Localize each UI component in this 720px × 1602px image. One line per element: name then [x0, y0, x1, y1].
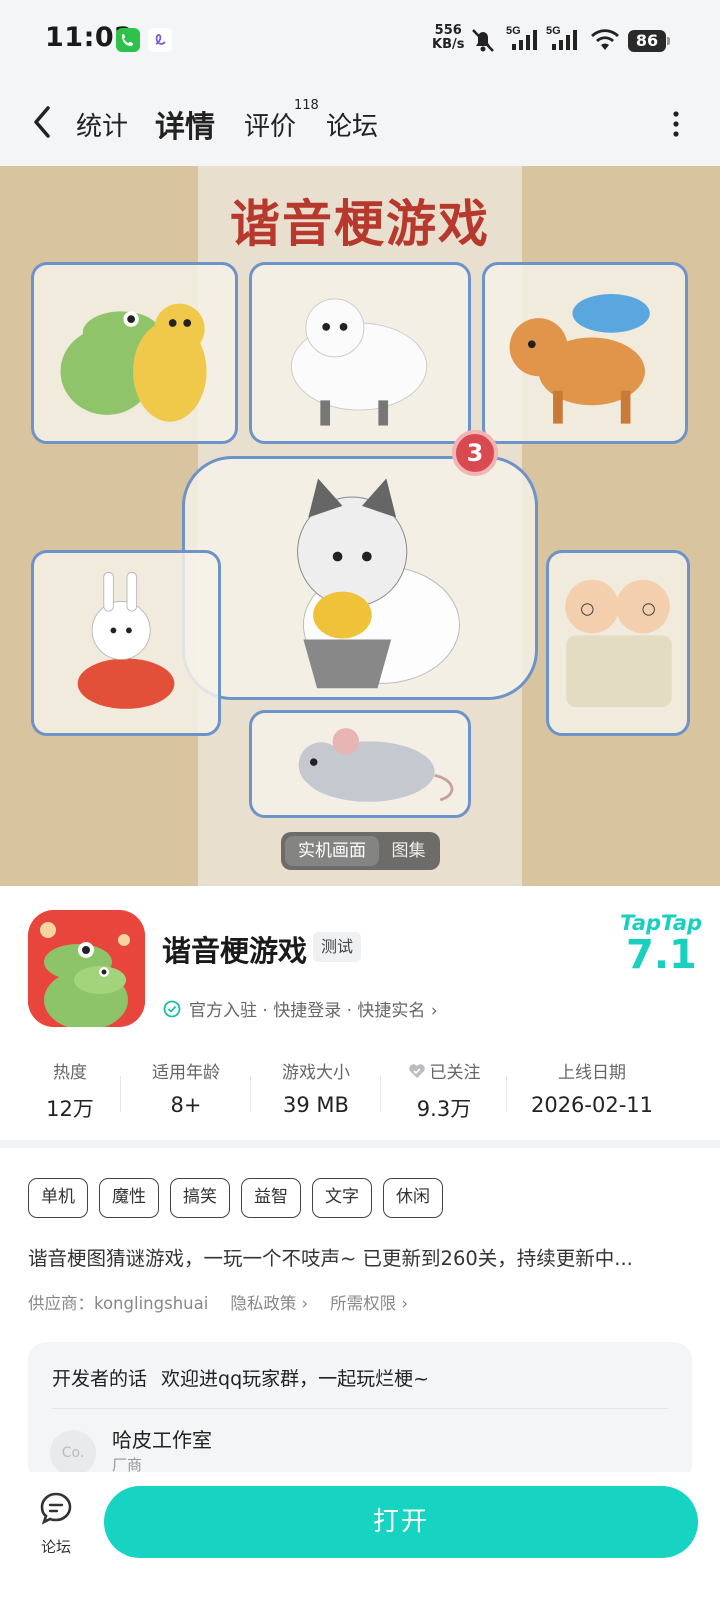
hero-title: 谐音梗游戏: [230, 195, 490, 253]
app-name: 谐音梗游戏: [162, 934, 308, 968]
developer-words-label: 开发者的话: [52, 1368, 148, 1390]
open-button[interactable]: 打开: [104, 1486, 698, 1558]
tag-chip[interactable]: 魔性: [99, 1178, 159, 1218]
tab-forum[interactable]: 论坛: [326, 106, 378, 143]
tag-list: 单机 魔性 搞笑 益智 文字 休闲: [28, 1178, 443, 1218]
top-nav: 统计 详情 评价 118 论坛: [0, 82, 720, 166]
media-type-toggle: 实机画面 图集: [281, 832, 440, 870]
page-badge: 3: [452, 430, 498, 476]
tag-chip[interactable]: 益智: [241, 1178, 301, 1218]
developer-section: 开发者的话 欢迎进qq玩家群，一起玩烂梗~ Co. 哈皮工作室 厂商: [28, 1342, 692, 1482]
stat-popularity: 热度 12万: [46, 1063, 94, 1121]
toggle-gallery[interactable]: 图集: [381, 836, 436, 866]
stat-release-date: 上线日期 2026-02-11: [530, 1063, 654, 1117]
developer-avatar[interactable]: Co.: [50, 1430, 96, 1476]
tab-reviews[interactable]: 评价: [244, 106, 296, 143]
notification-app-icon: [148, 28, 172, 56]
phone-call-icon: [116, 28, 140, 56]
forum-chat-icon: [40, 1492, 72, 1525]
status-bar: 11:02 556 KB/s 5G 5G 86: [0, 0, 720, 82]
developer-words: 开发者的话 欢迎进qq玩家群，一起玩烂梗~: [52, 1364, 429, 1391]
tag-chip[interactable]: 单机: [28, 1178, 88, 1218]
back-arrow-icon: [34, 106, 50, 138]
stat-game-size: 游戏大小 39 MB: [282, 1063, 350, 1117]
back-button[interactable]: [28, 102, 60, 142]
permissions-link[interactable]: 所需权限: [330, 1290, 408, 1314]
rabbit-crab-picture: [31, 550, 221, 736]
supplier-text: 供应商：konglingshuai: [28, 1294, 209, 1313]
horse-shark-picture: [482, 262, 688, 444]
tag-chip[interactable]: 搞笑: [170, 1178, 230, 1218]
review-count-badge: 118: [294, 98, 319, 113]
silent-bell-icon: [468, 26, 498, 58]
svg-text:5G: 5G: [546, 25, 561, 37]
developer-words-text: 欢迎进qq玩家群，一起玩烂梗~: [161, 1368, 430, 1390]
official-features-link[interactable]: 官方入驻 · 快捷登录 · 快捷实名 ›: [163, 996, 438, 1021]
svg-text:5G: 5G: [506, 25, 521, 37]
mouse-picture: [249, 710, 471, 818]
screenshot-carousel[interactable]: 谐音梗游戏 3 实机画面 图集: [0, 166, 720, 886]
privacy-policy-link[interactable]: 隐私政策: [230, 1290, 308, 1314]
husky-picture: [182, 456, 538, 700]
app-score: 7.1: [626, 932, 697, 978]
crocodile-app-icon: [28, 910, 145, 1027]
sheep-picture: [249, 262, 471, 444]
meta-row: 供应商：konglingshuai 隐私政策 所需权限: [28, 1290, 408, 1314]
stat-followed[interactable]: 已关注 9.3万: [392, 1058, 496, 1123]
developer-name[interactable]: 哈皮工作室: [112, 1424, 212, 1453]
battery-indicator: 86: [628, 30, 670, 52]
tag-chip[interactable]: 文字: [312, 1178, 372, 1218]
signal-5g-icon-2: 5G: [546, 24, 582, 56]
tab-details[interactable]: 详情: [155, 102, 215, 146]
signal-5g-icon: 5G: [506, 24, 542, 56]
tab-stats[interactable]: 统计: [76, 106, 128, 143]
more-vertical-icon: [673, 111, 679, 137]
forum-button[interactable]: 论坛: [28, 1490, 84, 1557]
tag-chip[interactable]: 休闲: [383, 1178, 443, 1218]
stat-age-rating: 适用年龄 8+: [152, 1063, 220, 1117]
crocodile-snake-picture: [31, 262, 238, 444]
net-speed: 556 KB/s: [432, 23, 465, 52]
toggle-real-footage[interactable]: 实机画面: [285, 836, 379, 866]
section-divider: [0, 1140, 720, 1148]
app-icon: [28, 910, 145, 1027]
bald-twins-picture: [546, 550, 690, 736]
bottom-action-bar: 论坛 打开: [0, 1472, 720, 1602]
official-features-text: 官方入驻 · 快捷登录 · 快捷实名 ›: [189, 1001, 438, 1021]
stats-row: 热度 12万 适用年龄 8+ 游戏大小 39 MB 已关注 9.3万 上线日期 …: [0, 1058, 720, 1126]
forum-label: 论坛: [40, 1538, 71, 1556]
game-description[interactable]: 谐音梗图猜谜游戏，一玩一个不吱声~ 已更新到260关，持续更新中...: [28, 1242, 696, 1271]
more-options-button[interactable]: [666, 108, 686, 140]
wifi-icon: [590, 28, 620, 56]
heart-check-icon: [408, 1063, 425, 1078]
verified-check-icon: [163, 1000, 181, 1017]
test-badge: 测试: [313, 932, 362, 962]
